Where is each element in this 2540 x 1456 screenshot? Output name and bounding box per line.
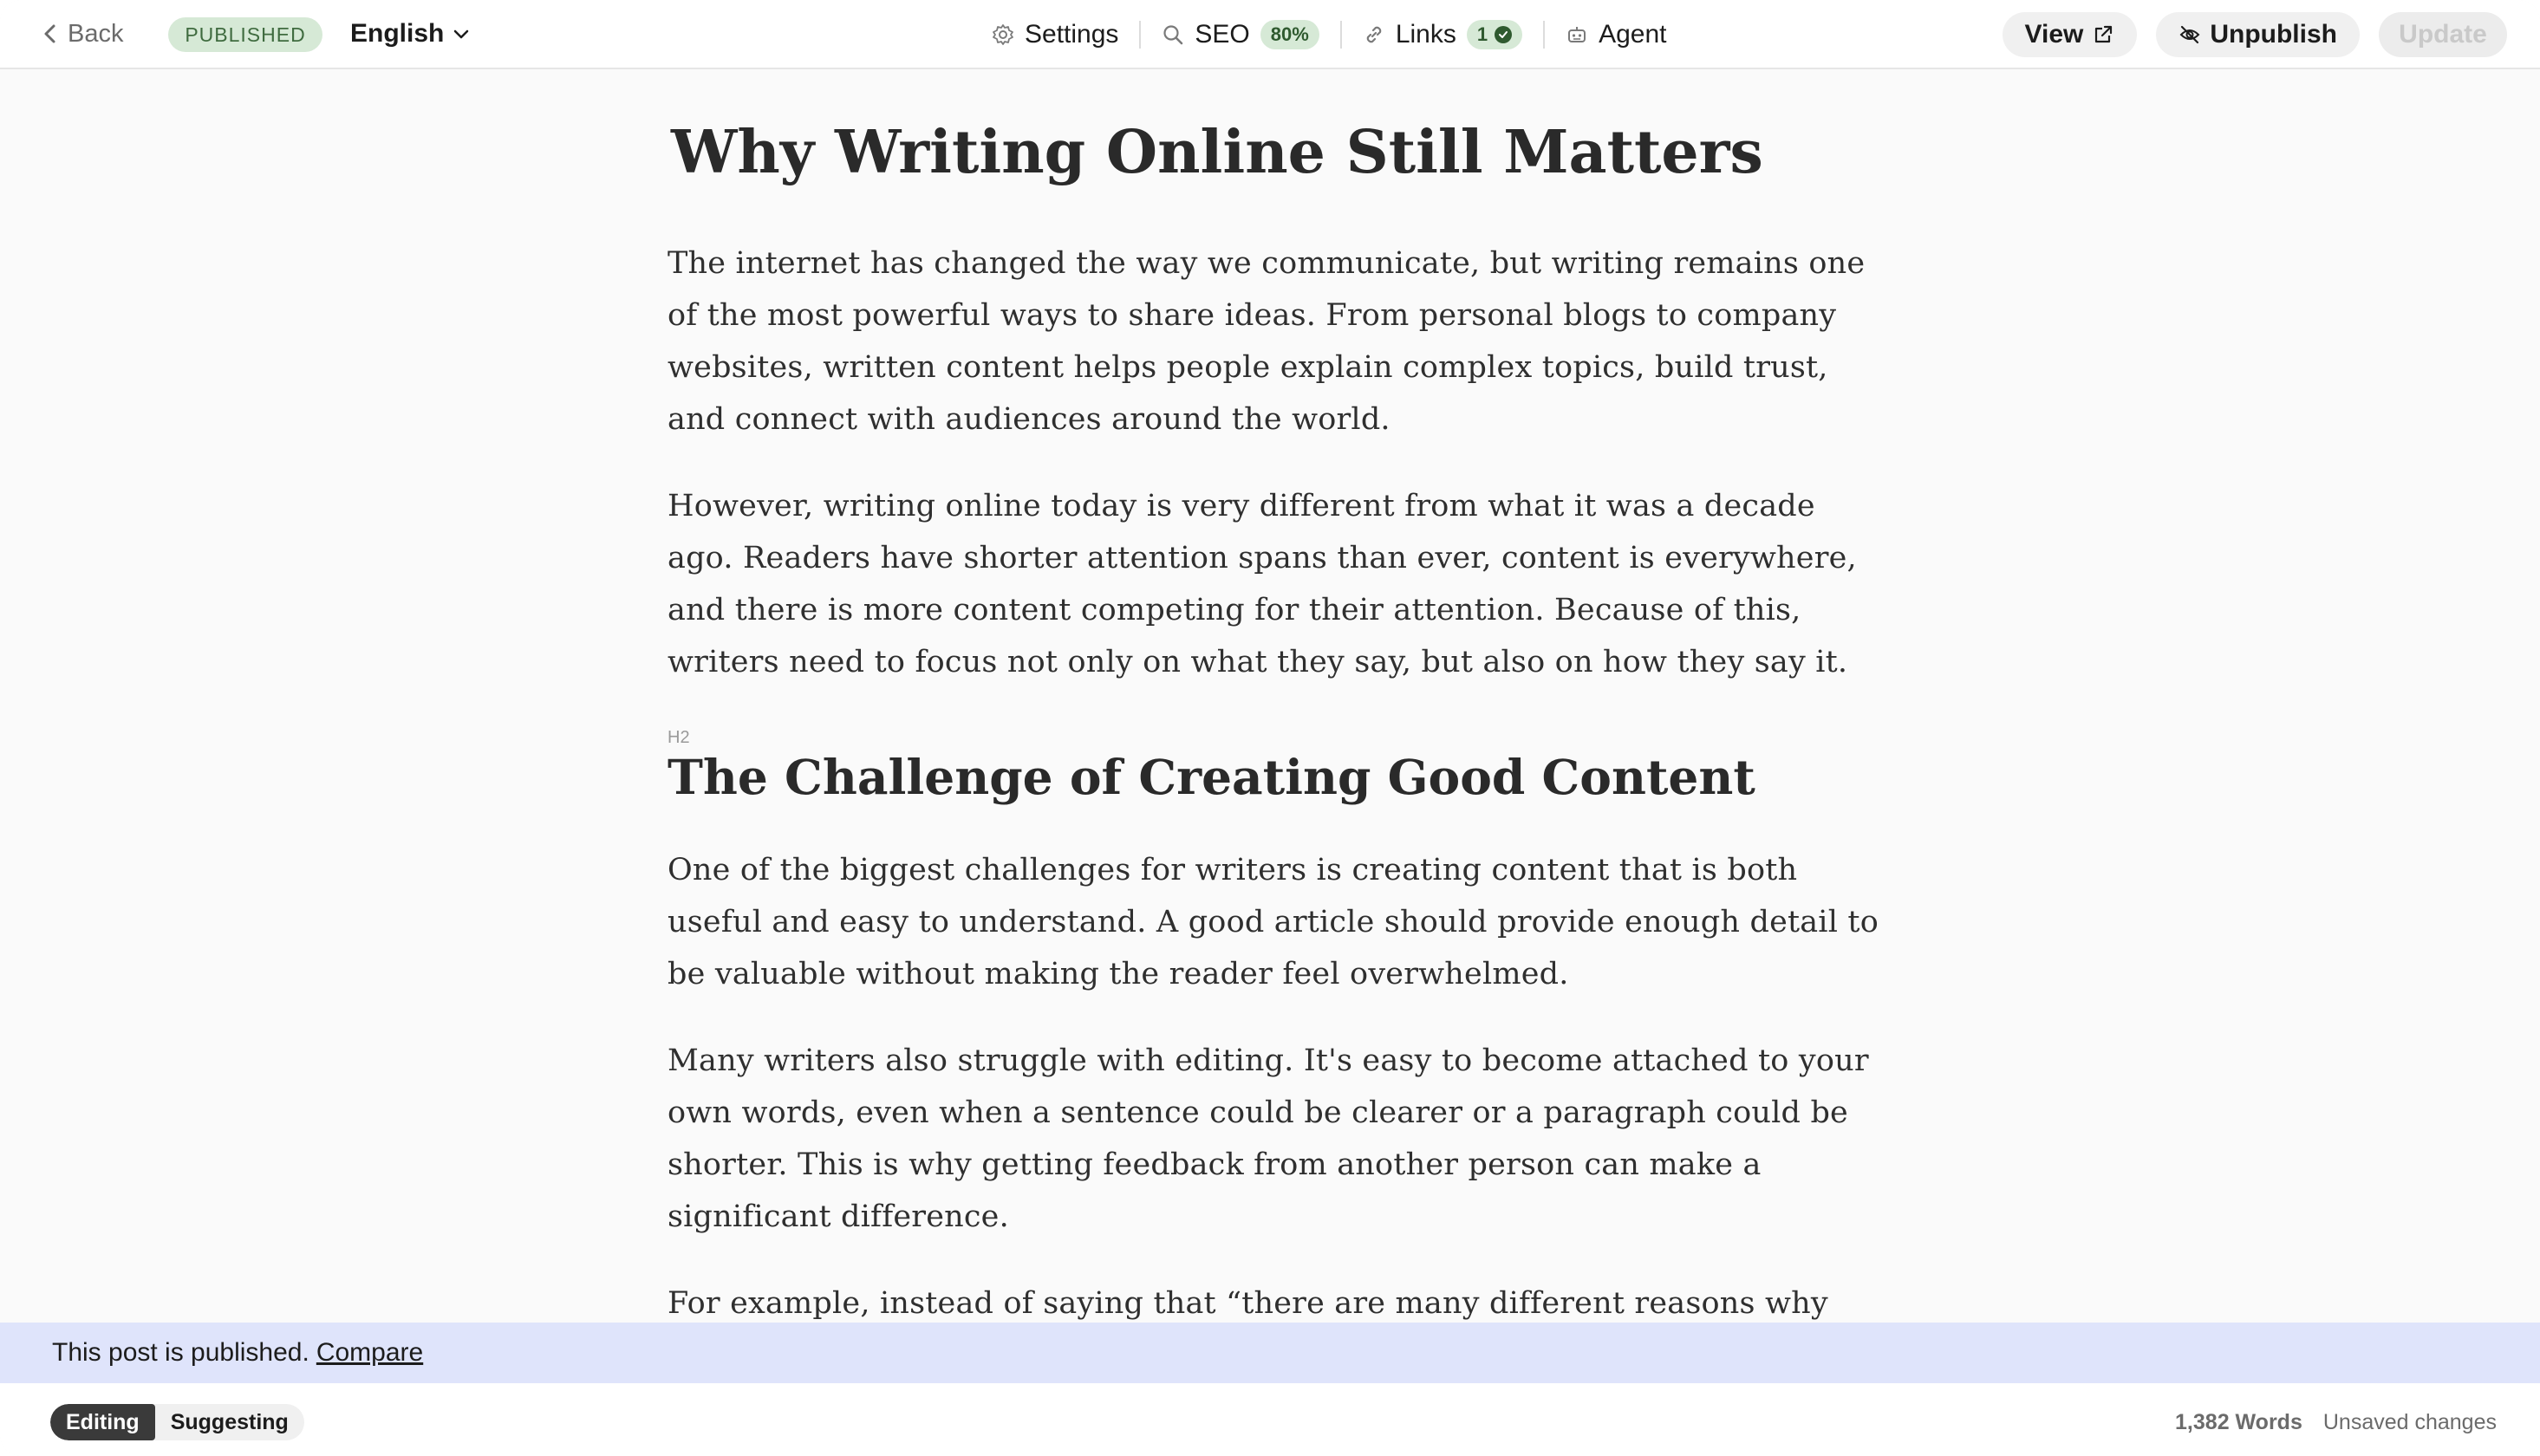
nav-divider: [1139, 21, 1142, 49]
view-button[interactable]: View: [2002, 12, 2138, 57]
banner-text: This post is published.: [52, 1338, 309, 1367]
language-select[interactable]: English: [350, 16, 470, 52]
seo-label: SEO: [1195, 20, 1250, 49]
heading-level-tag: H2: [668, 728, 690, 747]
language-label: English: [350, 19, 445, 48]
mode-toggle: Editing Suggesting: [50, 1404, 304, 1440]
gear-icon: [993, 24, 1013, 45]
top-toolbar: Back PUBLISHED English Settings SEO 80% …: [0, 0, 2540, 69]
unpublish-label: Unpublish: [2210, 20, 2337, 49]
view-label: View: [2024, 20, 2084, 49]
links-label: Links: [1395, 20, 1456, 49]
status-footer: Editing Suggesting 1,382 Words Unsaved c…: [0, 1383, 2540, 1456]
link-icon: [1366, 26, 1382, 43]
eye-off-icon: [2179, 25, 2200, 44]
paragraph[interactable]: The internet has changed the way we comm…: [668, 237, 1881, 445]
back-button[interactable]: Back: [42, 16, 123, 52]
right-actions: View Unpublish Update: [2002, 12, 2507, 57]
agent-label: Agent: [1599, 20, 1667, 49]
section-heading[interactable]: The Challenge of Creating Good Content: [668, 749, 1755, 806]
update-label: Update: [2399, 20, 2487, 49]
seo-score-badge: 80%: [1260, 20, 1319, 49]
update-button[interactable]: Update: [2379, 12, 2507, 57]
chevron-left-icon: [44, 24, 55, 43]
paragraph[interactable]: One of the biggest challenges for writer…: [668, 844, 1881, 1000]
editing-mode-button[interactable]: Editing: [50, 1404, 155, 1440]
editor-window: Back PUBLISHED English Settings SEO 80% …: [0, 0, 2540, 1456]
settings-button[interactable]: Settings: [992, 14, 1118, 55]
paragraph[interactable]: Many writers also struggle with editing.…: [668, 1035, 1881, 1243]
chevron-down-icon: [454, 29, 469, 39]
status-badge: PUBLISHED: [168, 17, 322, 52]
links-button[interactable]: Links 1: [1363, 14, 1523, 55]
links-count: 1: [1476, 23, 1488, 45]
nav-divider: [1339, 21, 1342, 49]
compare-link[interactable]: Compare: [316, 1338, 423, 1368]
check-circle-icon: [1495, 26, 1513, 43]
article-title[interactable]: Why Writing Online Still Matters: [671, 118, 1763, 189]
paragraph[interactable]: However, writing online today is very di…: [668, 480, 1881, 688]
seo-button[interactable]: SEO 80%: [1162, 14, 1319, 55]
back-label: Back: [68, 19, 124, 48]
center-nav: Settings SEO 80% Links 1 Agent: [992, 14, 1667, 55]
save-status: Unsaved changes: [2322, 1409, 2497, 1434]
settings-label: Settings: [1025, 20, 1119, 49]
seo-score: 80%: [1270, 23, 1309, 45]
footer-status: 1,382 Words Unsaved changes: [2175, 1404, 2497, 1440]
suggesting-mode-button[interactable]: Suggesting: [155, 1404, 304, 1440]
magnifier-icon: [1163, 25, 1183, 45]
word-count: 1,382 Words: [2175, 1409, 2302, 1434]
paragraph[interactable]: For example, instead of saying that “the…: [668, 1277, 1881, 1329]
external-link-icon: [2095, 25, 2113, 43]
unpublish-button[interactable]: Unpublish: [2156, 12, 2360, 57]
links-count-badge: 1: [1466, 20, 1523, 49]
nav-divider: [1543, 21, 1546, 49]
agent-button[interactable]: Agent: [1566, 14, 1667, 55]
published-banner: This post is published. Compare: [0, 1323, 2540, 1383]
robot-icon: [1568, 27, 1586, 42]
